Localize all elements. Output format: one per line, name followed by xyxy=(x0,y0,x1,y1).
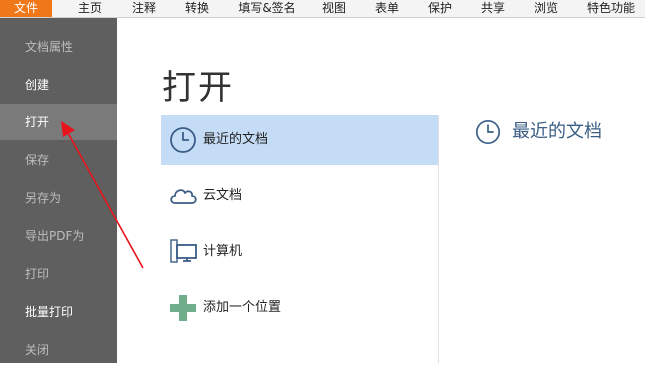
sidebar-item-open[interactable]: 打开 xyxy=(0,104,117,140)
clock-icon xyxy=(475,119,501,145)
location-label: 云文档 xyxy=(203,188,243,203)
sidebar-item-batch-print[interactable]: 批量打印 xyxy=(0,294,117,330)
menu-fill-sign[interactable]: 填写&签名 xyxy=(228,0,306,17)
menu-home[interactable]: 主页 xyxy=(66,0,114,17)
menu-convert[interactable]: 转换 xyxy=(173,0,221,17)
location-add-place[interactable]: 添加一个位置 xyxy=(161,283,438,333)
plus-icon xyxy=(170,295,196,321)
menu-bar: 文件 主页 注释 转换 填写&签名 视图 表单 保护 共享 浏览 特色功能 xyxy=(0,0,645,18)
menu-protect[interactable]: 保护 xyxy=(417,0,463,17)
computer-icon xyxy=(170,239,197,263)
page-title: 打开 xyxy=(162,68,234,108)
sidebar-item-document-properties[interactable]: 文档属性 xyxy=(0,29,117,65)
menu-form[interactable]: 表单 xyxy=(364,0,410,17)
cloud-icon xyxy=(170,189,197,204)
location-computer[interactable]: 计算机 xyxy=(161,227,438,277)
sidebar-item-print[interactable]: 打印 xyxy=(0,256,117,292)
sidebar-item-save-as[interactable]: 另存为 xyxy=(0,180,117,216)
location-recent-documents[interactable]: 最近的文档 xyxy=(161,115,438,165)
menu-view[interactable]: 视图 xyxy=(311,0,357,17)
recent-documents-title: 最近的文档 xyxy=(512,121,602,142)
menu-special-features[interactable]: 特色功能 xyxy=(580,0,642,17)
location-label: 添加一个位置 xyxy=(203,300,282,315)
location-cloud-documents[interactable]: 云文档 xyxy=(161,171,438,221)
menu-share[interactable]: 共享 xyxy=(470,0,516,17)
clock-icon xyxy=(170,127,196,153)
location-label: 最近的文档 xyxy=(203,132,269,147)
sidebar-item-save[interactable]: 保存 xyxy=(0,142,117,178)
location-label: 计算机 xyxy=(203,244,243,259)
menu-file[interactable]: 文件 xyxy=(0,0,52,17)
panel-divider xyxy=(438,115,439,363)
menu-comment[interactable]: 注释 xyxy=(120,0,168,17)
sidebar-item-create[interactable]: 创建 xyxy=(0,67,117,103)
sidebar-item-export-pdf[interactable]: 导出PDF为 xyxy=(0,218,117,254)
menu-browse[interactable]: 浏览 xyxy=(523,0,569,17)
backstage-sidebar: 文档属性 创建 打开 保存 另存为 导出PDF为 打印 批量打印 关闭 xyxy=(0,18,117,363)
